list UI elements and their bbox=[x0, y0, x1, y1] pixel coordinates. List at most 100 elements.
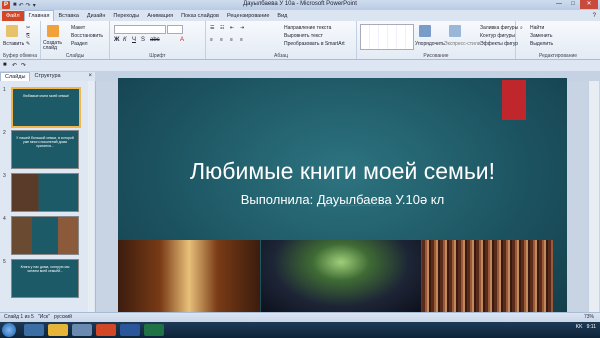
font-name-select[interactable] bbox=[114, 25, 166, 34]
red-accent-bar bbox=[502, 80, 526, 120]
shapes-gallery[interactable] bbox=[360, 24, 414, 50]
tab-insert[interactable]: Вставка bbox=[54, 11, 82, 21]
arrange-button[interactable]: Упорядочить bbox=[415, 41, 445, 47]
status-left: Слайд 1 из 5 "Иск" русский bbox=[4, 314, 72, 320]
window-title: Дауылбаева У 10a - Microsoft PowerPoint bbox=[243, 1, 357, 7]
subtitle-name: Дауылбаева bbox=[316, 192, 392, 207]
cut-icon[interactable]: ✂ bbox=[26, 25, 30, 31]
underline-icon[interactable]: Ч bbox=[132, 37, 136, 43]
thumbnail-slide-3[interactable] bbox=[11, 173, 79, 212]
paste-button[interactable]: Вставить bbox=[3, 41, 24, 47]
paste-icon[interactable] bbox=[6, 25, 18, 37]
quick-styles-icon[interactable] bbox=[449, 25, 461, 37]
tab-file[interactable]: Файл bbox=[2, 11, 24, 21]
tab-home[interactable]: Главная bbox=[23, 10, 55, 21]
system-tray: KK 9:11 bbox=[576, 324, 596, 330]
tab-review[interactable]: Рецензирование bbox=[223, 11, 273, 21]
copy-icon[interactable]: ⎘ bbox=[26, 33, 30, 39]
subtitle-prefix: Выполнила: bbox=[240, 192, 317, 207]
strikethrough-icon[interactable]: abc bbox=[150, 37, 160, 43]
quick-styles-button[interactable]: Экспресс-стили bbox=[444, 41, 481, 47]
justify-icon[interactable]: ≡ bbox=[240, 37, 243, 43]
ie-icon[interactable] bbox=[24, 324, 44, 336]
new-slide-icon[interactable] bbox=[47, 25, 59, 37]
tab-transitions[interactable]: Переходы bbox=[109, 11, 143, 21]
slide-scrollbar[interactable] bbox=[588, 81, 599, 312]
smartart-button[interactable]: Преобразовать в SmartArt bbox=[284, 41, 345, 47]
clock[interactable]: 9:11 bbox=[587, 324, 596, 330]
bullets-icon[interactable]: ☰ bbox=[210, 25, 214, 31]
select-button[interactable]: Выделить bbox=[530, 41, 553, 47]
tab-animations[interactable]: Анимация bbox=[143, 11, 177, 21]
slide-title[interactable]: Любимые книги моей семьи! bbox=[118, 158, 567, 185]
tab-outline-panel[interactable]: Структура bbox=[30, 72, 64, 81]
start-button-icon[interactable] bbox=[2, 323, 16, 337]
theme-name: "Иск" bbox=[38, 314, 50, 320]
minimize-icon[interactable]: — bbox=[552, 0, 566, 9]
format-painter-icon[interactable]: ✎ bbox=[26, 41, 30, 47]
thumb-number: 3 bbox=[3, 173, 6, 179]
align-center-icon[interactable]: ≡ bbox=[220, 37, 223, 43]
bold-icon[interactable]: Ж bbox=[114, 37, 119, 43]
undo-icon[interactable]: ↶ bbox=[12, 62, 17, 69]
font-color-icon[interactable]: A bbox=[180, 37, 184, 43]
windows-taskbar: KK 9:11 bbox=[0, 322, 600, 338]
zoom-level: 73% bbox=[583, 314, 594, 320]
section-button[interactable]: Раздел bbox=[71, 41, 88, 47]
tab-slideshow[interactable]: Показ слайдов bbox=[177, 11, 223, 21]
slides-label: Слайды bbox=[65, 53, 85, 59]
media-icon[interactable] bbox=[72, 324, 92, 336]
excel-taskbar-icon[interactable] bbox=[144, 324, 164, 336]
replace-button[interactable]: Заменить bbox=[530, 33, 552, 39]
shape-outline-button[interactable]: Контур фигуры bbox=[480, 33, 515, 39]
new-slide-button[interactable]: Создать слайд bbox=[43, 41, 69, 51]
drawing-group: Упорядочить Экспресс-стили Заливка фигур… bbox=[357, 21, 518, 59]
toolbar-row: ■ ↶ ↷ bbox=[0, 60, 600, 71]
align-left-icon[interactable]: ≡ bbox=[210, 37, 213, 43]
open-book-tree-image[interactable] bbox=[261, 240, 421, 314]
window-controls: — □ ✕ bbox=[552, 0, 598, 9]
thumbnails-scrollbar[interactable] bbox=[88, 81, 94, 312]
align-right-icon[interactable]: ≡ bbox=[230, 37, 233, 43]
reset-button[interactable]: Восстановить bbox=[71, 33, 103, 39]
ribbon: Вставить ✂ ⎘ ✎ Буфер обмена Создать слай… bbox=[0, 21, 600, 60]
shadow-icon[interactable]: S bbox=[141, 37, 145, 43]
zoom-control[interactable]: 73% bbox=[584, 314, 594, 320]
tab-design[interactable]: Дизайн bbox=[83, 11, 110, 21]
save-icon[interactable]: ■ bbox=[3, 62, 7, 68]
powerpoint-taskbar-icon[interactable] bbox=[96, 324, 116, 336]
shape-effects-button[interactable]: Эффекты фигур bbox=[480, 41, 518, 47]
thumbnail-slide-1[interactable]: Любимые книги моей семьи! bbox=[11, 87, 81, 128]
find-button[interactable]: Найти bbox=[530, 25, 544, 31]
explorer-icon[interactable] bbox=[48, 324, 68, 336]
word-taskbar-icon[interactable] bbox=[120, 324, 140, 336]
shape-fill-button[interactable]: Заливка фигуры bbox=[480, 25, 518, 31]
align-text-button[interactable]: Выровнять текст bbox=[284, 33, 323, 39]
slide-subtitle[interactable]: Выполнила: Дауылбаева У.10ә кл bbox=[118, 192, 567, 207]
bookshelves-image[interactable] bbox=[422, 240, 553, 314]
language-indicator[interactable]: русский bbox=[54, 314, 72, 320]
thumb-number: 4 bbox=[3, 216, 6, 222]
language-tray[interactable]: KK bbox=[576, 324, 583, 330]
layout-button[interactable]: Макет bbox=[71, 25, 85, 31]
font-size-select[interactable] bbox=[167, 25, 183, 34]
arrange-icon[interactable] bbox=[419, 25, 431, 37]
decrease-indent-icon[interactable]: ⇤ bbox=[230, 25, 234, 31]
library-shelves-image[interactable] bbox=[118, 240, 260, 314]
thumbnail-slide-4[interactable] bbox=[11, 216, 79, 255]
increase-indent-icon[interactable]: ⇥ bbox=[240, 25, 244, 31]
thumbnail-slide-5[interactable]: Книга у нас дома, которую мы читаем всей… bbox=[11, 259, 79, 298]
close-icon[interactable]: ✕ bbox=[580, 0, 598, 9]
clipboard-label: Буфер обмена bbox=[3, 53, 37, 59]
numbering-icon[interactable]: ☷ bbox=[220, 25, 224, 31]
redo-icon[interactable]: ↷ bbox=[21, 62, 26, 69]
tab-view[interactable]: Вид bbox=[273, 11, 291, 21]
text-direction-button[interactable]: Направление текста bbox=[284, 25, 331, 31]
thumbnail-slide-2[interactable]: У нашей большой семьи, в которой уже мно… bbox=[11, 130, 79, 169]
italic-icon[interactable]: К bbox=[123, 37, 127, 43]
tab-slides-panel[interactable]: Слайды bbox=[0, 72, 31, 81]
help-icon[interactable]: ? bbox=[593, 11, 600, 21]
paragraph-group: ☰ ☷ ⇤ ⇥ ≡ ≡ ≡ ≡ Направление текста Выров… bbox=[206, 21, 357, 59]
close-icon[interactable]: × bbox=[85, 72, 95, 81]
maximize-icon[interactable]: □ bbox=[566, 0, 580, 9]
